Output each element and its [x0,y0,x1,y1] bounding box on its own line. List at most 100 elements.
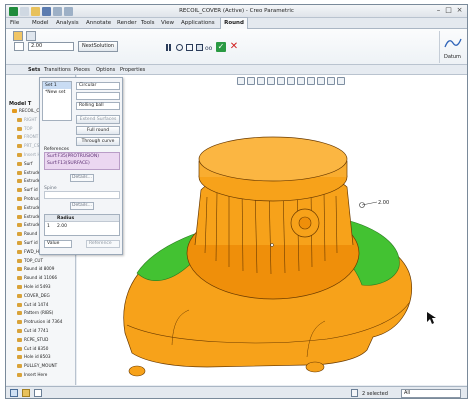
tree-item-label: RCPE_STUD [24,336,49,342]
spine-details-button[interactable]: Details... [70,202,94,210]
view-manager-icon[interactable] [307,77,315,85]
tree-item[interactable]: Round id 8009 [17,266,54,272]
tree-item[interactable]: PULLEY_MOUNT [17,363,58,369]
menu-render[interactable]: Render [117,20,137,26]
selection-filter-dropdown[interactable]: All [401,389,461,398]
display-style-icon[interactable] [297,77,305,85]
feature-icon [17,355,22,360]
preview-icon[interactable] [176,44,183,51]
zoom-in-icon[interactable] [247,77,255,85]
status-tree-icon[interactable] [10,389,18,397]
tab-transitions[interactable]: Transitions [44,67,71,73]
tree-item-label: Insert Here [24,372,48,377]
conic-parameter-dropdown[interactable] [76,92,120,100]
menu-analysis[interactable]: Analysis [56,20,79,26]
tab-sets[interactable]: Sets [28,67,40,73]
menu-applications[interactable]: Applications [181,20,215,26]
reference-item[interactable]: Surf:F35(PROTRUSION) [45,153,119,160]
constant-round-icon[interactable] [13,31,23,41]
graphics-area[interactable]: 2.00 [77,75,467,385]
status-folder-icon[interactable] [22,389,30,397]
tree-item[interactable]: Surf [17,161,33,166]
tab-options[interactable]: Options [96,67,115,73]
set-item-1[interactable]: Set 1 [43,82,71,89]
variable-round-icon[interactable] [26,31,36,41]
recoil-cover-model[interactable]: 2.00 [77,75,467,385]
through-curve-button[interactable]: Through curve [76,137,120,146]
tree-item[interactable]: Insert Here [17,372,47,377]
tree-item[interactable]: Hole id 8503 [17,354,51,360]
saved-views-icon[interactable] [287,77,295,85]
zoom-out-icon[interactable] [257,77,265,85]
tree-item[interactable]: RCPE_STUD [17,337,48,342]
tree-item[interactable]: Round id 11066 [17,275,58,281]
new-set-item[interactable]: *New set [43,89,71,96]
geometry-preview-icon[interactable] [196,44,203,51]
glasses-preview-icon[interactable]: oo [205,45,212,52]
window-title: RECOIL_COVER (Active) - Creo Parametric [179,8,294,14]
refit-icon[interactable] [237,77,245,85]
feature-icon [12,109,17,113]
menu-model[interactable]: Model [32,20,49,26]
tree-item[interactable]: TOP_CUT [17,258,43,263]
tab-properties[interactable]: Properties [120,67,145,73]
spine-collector[interactable] [44,191,120,199]
orient-icon[interactable] [277,77,285,85]
radius-input[interactable]: 2.00 [28,42,74,51]
tree-item[interactable]: Cut id 7741 [17,328,48,333]
tree-item-label: Cut id 7741 [24,328,49,333]
datum-display-icon[interactable] [317,77,325,85]
references-details-button[interactable]: Details... [70,174,94,182]
tree-item-label: Round id 11066 [24,275,58,281]
repaint-icon[interactable] [267,77,275,85]
radius-reference-dropdown[interactable]: Reference [86,240,120,248]
extend-surfaces-button[interactable]: Extend Surfaces [76,115,120,124]
next-solution-button[interactable]: NextSolution [78,41,118,52]
spin-center-icon[interactable] [337,77,345,85]
apply-button[interactable]: ✓ [216,42,226,52]
references-collector[interactable]: Surf:F35(PROTRUSION) Surf:F13(SURFACE) [44,152,120,170]
tree-item[interactable]: TOP [17,126,32,131]
radius-row-value[interactable]: 2.00 [57,224,67,229]
radius-table[interactable]: Radius 1 2.00 [44,214,120,236]
tree-item[interactable]: Cut id 1474 [17,302,48,307]
menu-tools[interactable]: Tools [141,20,155,26]
status-bar: 2 selected All [6,386,467,398]
tab-round[interactable]: Round [220,17,248,29]
tree-item[interactable]: Hole id 5493 [17,284,51,289]
tree-item[interactable]: Surf id [17,240,38,245]
verify-icon[interactable] [186,44,193,51]
reference-item[interactable]: Surf:F13(SURFACE) [45,160,119,167]
radius-value-dropdown[interactable]: Value [44,240,72,248]
spine-type-dropdown[interactable]: Rolling ball [76,102,120,110]
tab-pieces[interactable]: Pieces [74,67,90,73]
status-lock-icon[interactable] [351,389,358,397]
cross-section-dropdown[interactable]: Circular [76,82,120,90]
annotation-display-icon[interactable] [327,77,335,85]
feature-icon [17,320,22,325]
menu-annotate[interactable]: Annotate [86,20,111,26]
full-round-button[interactable]: Full round [76,126,120,135]
sets-list[interactable]: Set 1 *New set [42,81,72,121]
graphics-toolbar [237,77,347,87]
tree-item[interactable]: COVER_DEG [17,293,50,298]
radius-drag-label: 2.00 [378,200,389,206]
menu-file[interactable]: File [10,20,19,26]
tree-item[interactable]: Pattern (RIBS) [17,310,54,316]
tree-item[interactable]: Protrusion id 7364 [17,319,62,325]
menu-view[interactable]: View [161,20,174,26]
tree-item-label: Surf id [24,240,38,245]
feature-icon [17,126,22,131]
tree-item-label: PULLEY_MOUNT [24,363,58,369]
maximize-icon[interactable]: □ [444,6,453,15]
feature-icon [17,337,22,342]
tree-item[interactable]: FRONT [17,134,38,140]
minimize-icon[interactable]: – [434,6,443,15]
pause-icon[interactable] [166,44,171,51]
close-icon[interactable]: × [455,6,464,15]
tree-item[interactable]: RIGHT [17,117,37,122]
status-message-icon[interactable] [34,389,42,397]
cancel-button[interactable]: ✕ [229,42,239,52]
tree-item-label: Pattern (RIBS) [24,310,54,316]
tree-item[interactable]: Cut id 8350 [17,346,48,351]
